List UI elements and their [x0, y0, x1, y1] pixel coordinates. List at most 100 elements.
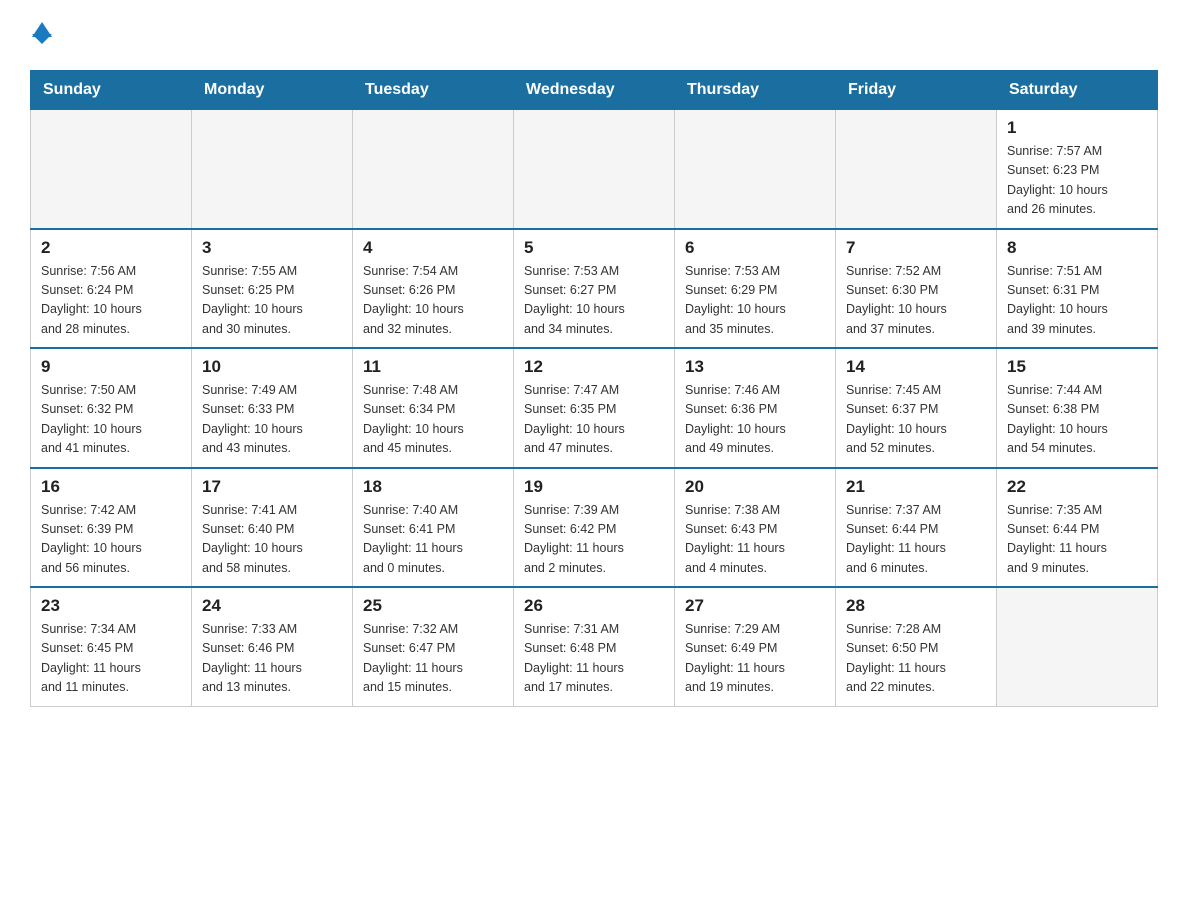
day-info: Sunrise: 7:29 AM Sunset: 6:49 PM Dayligh…	[685, 620, 825, 698]
day-info: Sunrise: 7:54 AM Sunset: 6:26 PM Dayligh…	[363, 262, 503, 340]
day-number: 16	[41, 477, 181, 497]
calendar-day-cell: 5 Sunrise: 7:53 AM Sunset: 6:27 PM Daylig…	[514, 229, 675, 349]
day-number: 22	[1007, 477, 1147, 497]
calendar-day-cell: 26 Sunrise: 7:31 AM Sunset: 6:48 PM Dayli…	[514, 587, 675, 706]
calendar-day-cell: 6 Sunrise: 7:53 AM Sunset: 6:29 PM Daylig…	[675, 229, 836, 349]
day-number: 13	[685, 357, 825, 377]
calendar-week-row: 9 Sunrise: 7:50 AM Sunset: 6:32 PM Daylig…	[31, 348, 1158, 468]
day-info: Sunrise: 7:31 AM Sunset: 6:48 PM Dayligh…	[524, 620, 664, 698]
day-of-week-header: Friday	[836, 71, 997, 110]
calendar-day-cell: 12 Sunrise: 7:47 AM Sunset: 6:35 PM Dayli…	[514, 348, 675, 468]
day-number: 10	[202, 357, 342, 377]
calendar-day-cell	[997, 587, 1158, 706]
day-info: Sunrise: 7:39 AM Sunset: 6:42 PM Dayligh…	[524, 501, 664, 579]
calendar-day-cell	[353, 110, 514, 229]
day-of-week-header: Sunday	[31, 71, 192, 110]
day-number: 17	[202, 477, 342, 497]
calendar-day-cell: 19Sunrise: 7:39 AM Sunset: 6:42 PM Dayli…	[514, 468, 675, 588]
day-number: 14	[846, 357, 986, 377]
day-number: 9	[41, 357, 181, 377]
day-number: 7	[846, 238, 986, 258]
day-info: Sunrise: 7:45 AM Sunset: 6:37 PM Dayligh…	[846, 381, 986, 459]
day-number: 25	[363, 596, 503, 616]
day-number: 20	[685, 477, 825, 497]
calendar-day-cell	[836, 110, 997, 229]
day-info: Sunrise: 7:33 AM Sunset: 6:46 PM Dayligh…	[202, 620, 342, 698]
page-header	[30, 20, 1158, 50]
calendar-day-cell	[192, 110, 353, 229]
day-info: Sunrise: 7:53 AM Sunset: 6:29 PM Dayligh…	[685, 262, 825, 340]
calendar-day-cell: 27 Sunrise: 7:29 AM Sunset: 6:49 PM Dayli…	[675, 587, 836, 706]
day-number: 28	[846, 596, 986, 616]
calendar-week-row: 1 Sunrise: 7:57 AM Sunset: 6:23 PM Daylig…	[31, 110, 1158, 229]
day-of-week-header: Saturday	[997, 71, 1158, 110]
day-info: Sunrise: 7:37 AM Sunset: 6:44 PM Dayligh…	[846, 501, 986, 579]
day-info: Sunrise: 7:55 AM Sunset: 6:25 PM Dayligh…	[202, 262, 342, 340]
day-number: 12	[524, 357, 664, 377]
day-number: 6	[685, 238, 825, 258]
calendar-day-cell: 7 Sunrise: 7:52 AM Sunset: 6:30 PM Daylig…	[836, 229, 997, 349]
day-number: 15	[1007, 357, 1147, 377]
calendar-day-cell	[514, 110, 675, 229]
calendar-day-cell: 14 Sunrise: 7:45 AM Sunset: 6:37 PM Dayli…	[836, 348, 997, 468]
day-info: Sunrise: 7:35 AM Sunset: 6:44 PM Dayligh…	[1007, 501, 1147, 579]
calendar-day-cell: 24 Sunrise: 7:33 AM Sunset: 6:46 PM Dayli…	[192, 587, 353, 706]
day-number: 2	[41, 238, 181, 258]
calendar-week-row: 16 Sunrise: 7:42 AM Sunset: 6:39 PM Dayli…	[31, 468, 1158, 588]
day-info: Sunrise: 7:46 AM Sunset: 6:36 PM Dayligh…	[685, 381, 825, 459]
day-number: 3	[202, 238, 342, 258]
logo	[30, 20, 52, 50]
day-number: 27	[685, 596, 825, 616]
calendar-day-cell: 28 Sunrise: 7:28 AM Sunset: 6:50 PM Dayli…	[836, 587, 997, 706]
calendar-day-cell: 15 Sunrise: 7:44 AM Sunset: 6:38 PM Dayli…	[997, 348, 1158, 468]
day-number: 11	[363, 357, 503, 377]
calendar-table: SundayMondayTuesdayWednesdayThursdayFrid…	[30, 70, 1158, 707]
day-of-week-header: Wednesday	[514, 71, 675, 110]
calendar-day-cell: 3 Sunrise: 7:55 AM Sunset: 6:25 PM Daylig…	[192, 229, 353, 349]
calendar-day-cell: 20 Sunrise: 7:38 AM Sunset: 6:43 PM Dayli…	[675, 468, 836, 588]
day-info: Sunrise: 7:38 AM Sunset: 6:43 PM Dayligh…	[685, 501, 825, 579]
calendar-day-cell: 11 Sunrise: 7:48 AM Sunset: 6:34 PM Dayli…	[353, 348, 514, 468]
day-number: 1	[1007, 118, 1147, 138]
day-info: Sunrise: 7:34 AM Sunset: 6:45 PM Dayligh…	[41, 620, 181, 698]
calendar-day-cell	[675, 110, 836, 229]
day-info: Sunrise: 7:57 AM Sunset: 6:23 PM Dayligh…	[1007, 142, 1147, 220]
calendar-day-cell: 23 Sunrise: 7:34 AM Sunset: 6:45 PM Dayli…	[31, 587, 192, 706]
day-info: Sunrise: 7:28 AM Sunset: 6:50 PM Dayligh…	[846, 620, 986, 698]
calendar-day-cell	[31, 110, 192, 229]
day-info: Sunrise: 7:51 AM Sunset: 6:31 PM Dayligh…	[1007, 262, 1147, 340]
day-number: 5	[524, 238, 664, 258]
day-info: Sunrise: 7:40 AM Sunset: 6:41 PM Dayligh…	[363, 501, 503, 579]
day-number: 23	[41, 596, 181, 616]
calendar-day-cell: 21Sunrise: 7:37 AM Sunset: 6:44 PM Dayli…	[836, 468, 997, 588]
calendar-day-cell: 22 Sunrise: 7:35 AM Sunset: 6:44 PM Dayli…	[997, 468, 1158, 588]
calendar-day-cell: 17 Sunrise: 7:41 AM Sunset: 6:40 PM Dayli…	[192, 468, 353, 588]
day-number: 18	[363, 477, 503, 497]
day-number: 24	[202, 596, 342, 616]
day-info: Sunrise: 7:50 AM Sunset: 6:32 PM Dayligh…	[41, 381, 181, 459]
calendar-day-cell: 10 Sunrise: 7:49 AM Sunset: 6:33 PM Dayli…	[192, 348, 353, 468]
calendar-day-cell: 13 Sunrise: 7:46 AM Sunset: 6:36 PM Dayli…	[675, 348, 836, 468]
calendar-day-cell: 8 Sunrise: 7:51 AM Sunset: 6:31 PM Daylig…	[997, 229, 1158, 349]
day-info: Sunrise: 7:47 AM Sunset: 6:35 PM Dayligh…	[524, 381, 664, 459]
calendar-day-cell: 16 Sunrise: 7:42 AM Sunset: 6:39 PM Dayli…	[31, 468, 192, 588]
day-of-week-header: Monday	[192, 71, 353, 110]
day-info: Sunrise: 7:41 AM Sunset: 6:40 PM Dayligh…	[202, 501, 342, 579]
day-number: 8	[1007, 238, 1147, 258]
day-info: Sunrise: 7:48 AM Sunset: 6:34 PM Dayligh…	[363, 381, 503, 459]
day-info: Sunrise: 7:53 AM Sunset: 6:27 PM Dayligh…	[524, 262, 664, 340]
calendar-day-cell: 9 Sunrise: 7:50 AM Sunset: 6:32 PM Daylig…	[31, 348, 192, 468]
calendar-day-cell: 25Sunrise: 7:32 AM Sunset: 6:47 PM Dayli…	[353, 587, 514, 706]
day-of-week-header: Thursday	[675, 71, 836, 110]
day-info: Sunrise: 7:52 AM Sunset: 6:30 PM Dayligh…	[846, 262, 986, 340]
day-info: Sunrise: 7:42 AM Sunset: 6:39 PM Dayligh…	[41, 501, 181, 579]
day-info: Sunrise: 7:44 AM Sunset: 6:38 PM Dayligh…	[1007, 381, 1147, 459]
day-number: 26	[524, 596, 664, 616]
calendar-day-cell: 2 Sunrise: 7:56 AM Sunset: 6:24 PM Daylig…	[31, 229, 192, 349]
day-info: Sunrise: 7:56 AM Sunset: 6:24 PM Dayligh…	[41, 262, 181, 340]
day-of-week-header: Tuesday	[353, 71, 514, 110]
calendar-day-cell: 18 Sunrise: 7:40 AM Sunset: 6:41 PM Dayli…	[353, 468, 514, 588]
day-info: Sunrise: 7:49 AM Sunset: 6:33 PM Dayligh…	[202, 381, 342, 459]
calendar-header-row: SundayMondayTuesdayWednesdayThursdayFrid…	[31, 71, 1158, 110]
calendar-day-cell: 1 Sunrise: 7:57 AM Sunset: 6:23 PM Daylig…	[997, 110, 1158, 229]
